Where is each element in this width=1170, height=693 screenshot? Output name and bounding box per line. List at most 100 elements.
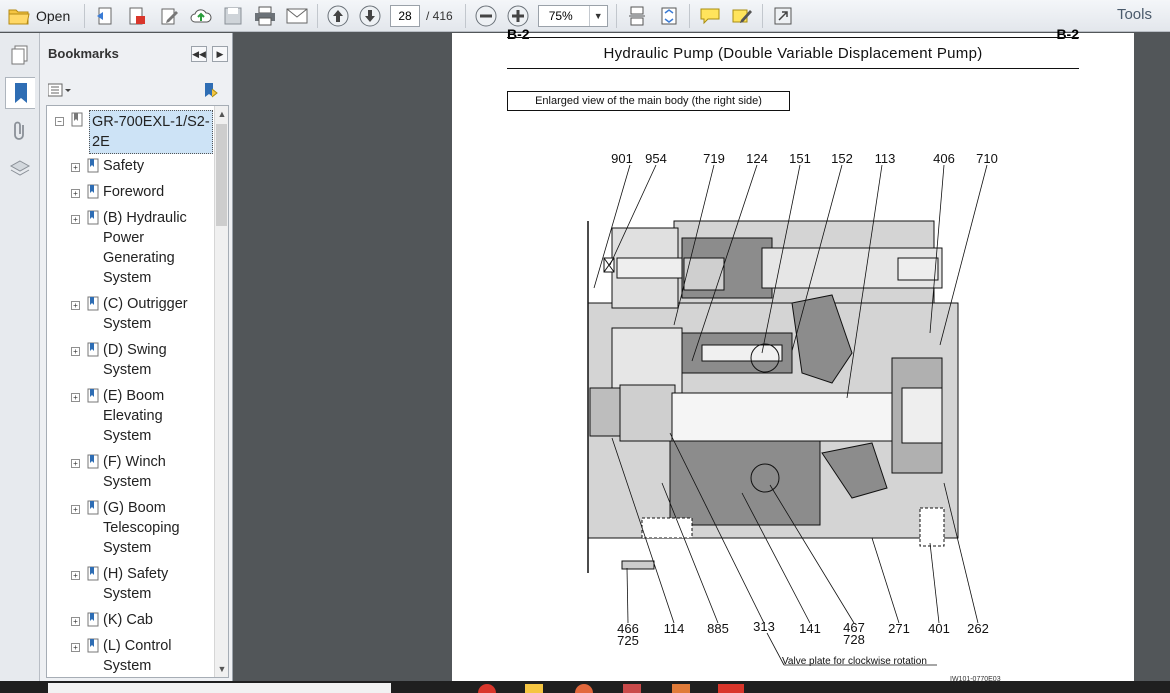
export-pdf-icon[interactable] [125, 4, 149, 28]
part-label: 710 [976, 151, 998, 166]
print-icon[interactable] [253, 4, 277, 28]
expand-icon[interactable]: + [71, 163, 80, 172]
bookmark-label-line: (L) Control [103, 638, 172, 654]
folder-icon [8, 9, 30, 24]
page-number-input[interactable]: 28 [390, 4, 420, 27]
bookmark-label-line: (H) Safety [103, 566, 169, 582]
taskbar-app-icon[interactable] [575, 684, 593, 693]
part-label: 719 [703, 151, 725, 166]
options-menu-icon[interactable] [47, 83, 72, 102]
comment-icon[interactable] [698, 4, 722, 28]
attachments-icon[interactable] [5, 115, 35, 147]
navigation-strip [0, 33, 40, 681]
bookmark-item[interactable]: + (K) Cab [47, 610, 215, 636]
scroll-up-icon[interactable]: ▲ [215, 106, 228, 122]
expand-icon[interactable]: + [71, 505, 80, 514]
fit-page-icon[interactable] [657, 4, 681, 28]
bookmarks-icon[interactable] [5, 77, 35, 109]
bookmark-label-line: Elevating [103, 408, 163, 424]
bookmark-label-line: GR-700EXL-1/S2- [92, 114, 210, 130]
scroll-down-icon[interactable]: ▼ [215, 661, 228, 677]
scroll-thumb[interactable] [216, 124, 227, 226]
bookmark-label-line: System [103, 316, 152, 332]
bookmark-label-line: (K) Cab [103, 612, 153, 628]
bookmark-label-line: (C) Outrigger [103, 296, 188, 312]
bookmark-item[interactable]: + Foreword [47, 182, 215, 208]
new-bookmark-icon[interactable] [202, 81, 220, 104]
toolbar-separator [688, 3, 690, 28]
valve-plate-note: Valve plate for clockwise rotation [782, 656, 927, 667]
bookmark-item[interactable]: + (C) Outrigger System [47, 294, 215, 340]
taskbar-app-icon[interactable] [672, 684, 690, 693]
expand-panel-icon[interactable]: ▶ [212, 46, 228, 62]
bookmark-icon [87, 638, 99, 653]
expand-icon[interactable]: + [71, 459, 80, 468]
expand-icon[interactable]: + [71, 617, 80, 626]
bookmark-label-line: Foreword [103, 184, 165, 200]
toolbar-separator [317, 3, 318, 28]
bookmark-icon [87, 566, 99, 581]
tree-scrollbar[interactable]: ▲ ▼ [214, 106, 228, 677]
expand-icon[interactable]: + [71, 301, 80, 310]
bookmark-label-line: (E) Boom [103, 388, 165, 404]
bookmark-label-line: System [103, 540, 152, 556]
bookmark-icon [87, 500, 99, 515]
expand-icon[interactable]: + [71, 571, 80, 580]
next-page-icon[interactable] [358, 4, 382, 28]
bookmark-label-line: System [103, 362, 152, 378]
bookmark-label: (F) Winch System [103, 452, 166, 492]
bookmark-item[interactable]: + (E) Boom Elevating System [47, 386, 215, 452]
taskbar-app-icon[interactable] [525, 684, 543, 693]
taskbar-app-icon[interactable] [623, 684, 641, 693]
zoom-select[interactable]: 75% ▼ [537, 4, 608, 27]
email-icon[interactable] [285, 4, 309, 28]
toolbar-separator [615, 3, 617, 28]
bookmark-label-line: System [103, 586, 152, 602]
bookmark-item[interactable]: + (D) Swing System [47, 340, 215, 386]
collapse-icon[interactable]: − [55, 117, 64, 126]
zoom-in-icon[interactable] [506, 4, 530, 28]
highlight-icon[interactable] [730, 4, 754, 28]
taskbar-search[interactable] [48, 683, 391, 693]
edit-pdf-icon[interactable] [157, 4, 181, 28]
layers-icon[interactable] [5, 153, 35, 185]
bookmark-item[interactable]: + Safety [47, 156, 215, 182]
chevron-down-icon[interactable]: ▼ [588, 5, 607, 26]
save-icon[interactable] [221, 4, 245, 28]
page-thumbnails-icon[interactable] [5, 39, 35, 71]
upload-cloud-icon[interactable] [189, 4, 213, 28]
bookmark-label: (C) Outrigger System [103, 294, 188, 334]
bookmark-root[interactable]: − GR-700EXL-1/S2- 2E [47, 110, 215, 156]
taskbar-app-icon[interactable] [718, 684, 744, 693]
expand-icon[interactable]: + [71, 643, 80, 652]
expand-icon[interactable]: + [71, 393, 80, 402]
bookmark-item[interactable]: + (F) Winch System [47, 452, 215, 498]
part-label: 954 [645, 151, 667, 166]
expand-icon[interactable]: + [71, 347, 80, 356]
bookmark-icon [87, 296, 99, 311]
bookmark-item[interactable]: + (B) Hydraulic Power Generating System [47, 208, 215, 294]
bookmark-label: (B) Hydraulic Power Generating System [103, 208, 187, 288]
previous-page-icon[interactable] [326, 4, 350, 28]
document-page: B-2 B-2 Hydraulic Pump (Double Variable … [452, 26, 1134, 683]
collapse-panel-icon[interactable]: ◀◀ [191, 46, 207, 62]
scrolling-mode-icon[interactable] [625, 4, 649, 28]
part-label: 141 [799, 621, 821, 636]
tools-link[interactable]: Tools [1117, 6, 1152, 23]
create-pdf-icon[interactable] [93, 4, 117, 28]
expand-icon[interactable]: + [71, 189, 80, 198]
expand-icon[interactable]: + [71, 215, 80, 224]
bookmark-label: Safety [103, 156, 144, 176]
zoom-out-icon[interactable] [474, 4, 498, 28]
taskbar-app-icon[interactable] [478, 684, 496, 693]
toolbar-separator [464, 3, 466, 28]
bookmark-icon [87, 158, 99, 173]
bookmark-label-line: Generating [103, 250, 175, 266]
bookmark-item[interactable]: + (H) Safety System [47, 564, 215, 610]
fullscreen-icon[interactable] [771, 4, 795, 28]
bookmark-item[interactable]: + (L) Control System [47, 636, 215, 677]
open-button[interactable]: Open [8, 3, 80, 29]
bookmark-item[interactable]: + (G) Boom Telescoping System [47, 498, 215, 564]
bookmark-label: (G) Boom Telescoping System [103, 498, 180, 558]
toolbar-separator [761, 3, 763, 28]
